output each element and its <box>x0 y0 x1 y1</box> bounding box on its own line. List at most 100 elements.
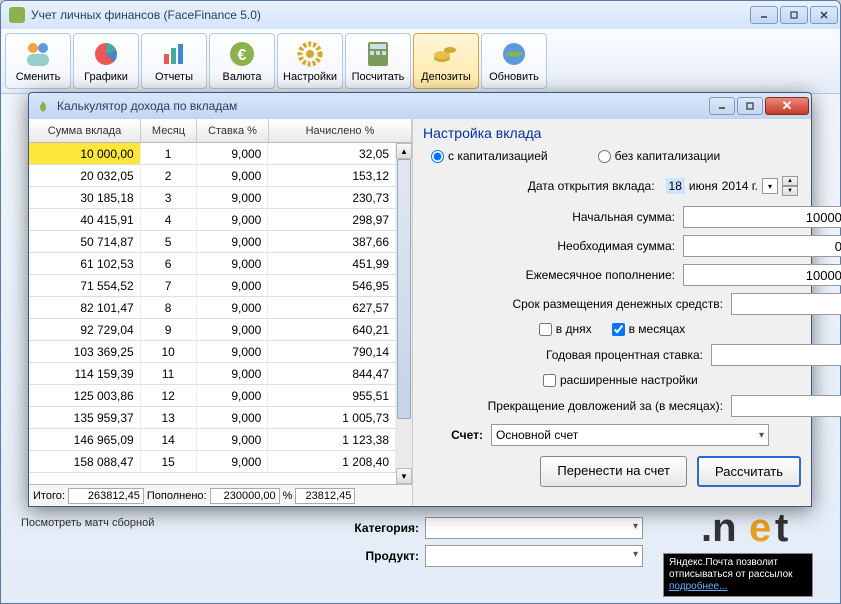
table-cell: 9,000 <box>197 165 269 186</box>
table-row[interactable]: 103 369,25109,000790,14 <box>29 341 396 363</box>
table-cell: 15 <box>141 451 197 472</box>
table-cell: 158 088,47 <box>29 451 141 472</box>
tool-calc[interactable]: Посчитать <box>345 33 411 89</box>
table-row[interactable]: 125 003,86129,000955,51 <box>29 385 396 407</box>
table-cell: 387,66 <box>268 231 396 252</box>
scroll-up-button[interactable]: ▲ <box>396 143 412 159</box>
tool-deposits[interactable]: Депозиты <box>413 33 479 89</box>
initial-input[interactable] <box>683 206 841 228</box>
table-row[interactable]: 30 185,1839,000230,73 <box>29 187 396 209</box>
scroll-down-button[interactable]: ▼ <box>396 468 412 484</box>
table-cell: 9,000 <box>197 319 269 340</box>
col-month[interactable]: Месяц <box>141 119 197 142</box>
pie-icon <box>90 40 122 68</box>
table-cell: 153,12 <box>268 165 396 186</box>
product-label: Продукт: <box>339 549 419 563</box>
table-cell: 61 102,53 <box>29 253 141 274</box>
svg-text:t: t <box>775 506 788 550</box>
table-cell: 146 965,09 <box>29 429 141 450</box>
check-advanced[interactable]: расширенные настройки <box>543 373 698 387</box>
table-row[interactable]: 71 554,5279,000546,95 <box>29 275 396 297</box>
table-row[interactable]: 10 000,0019,00032,05 <box>29 143 396 165</box>
table-cell: 14 <box>141 429 197 450</box>
product-select[interactable] <box>425 545 643 567</box>
date-dropdown-icon[interactable]: ▾ <box>762 178 778 194</box>
close-button[interactable] <box>810 6 838 24</box>
table-cell: 546,95 <box>268 275 396 296</box>
tooltip-link[interactable]: подробнее... <box>669 581 727 592</box>
minimize-button[interactable] <box>750 6 778 24</box>
table-row[interactable]: 61 102,5369,000451,99 <box>29 253 396 275</box>
term-input[interactable] <box>731 293 841 315</box>
tool-settings[interactable]: Настройки <box>277 33 343 89</box>
dialog-titlebar: Калькулятор дохода по вкладам ✕ <box>29 93 811 119</box>
calculate-button[interactable]: Расcчитать <box>697 456 801 487</box>
tool-charts[interactable]: Графики <box>73 33 139 89</box>
open-date-picker[interactable]: 18 июня 2014 г. ▾ ▲▼ <box>663 173 801 199</box>
table-row[interactable]: 114 159,39119,000844,47 <box>29 363 396 385</box>
stop-input[interactable] <box>731 395 841 417</box>
table-row[interactable]: 82 101,4789,000627,57 <box>29 297 396 319</box>
table-row[interactable]: 158 088,47159,0001 208,40 <box>29 451 396 473</box>
term-label: Срок размещения денежных средств: <box>423 297 723 311</box>
tool-reports[interactable]: Отчеты <box>141 33 207 89</box>
dialog-minimize-button[interactable] <box>709 97 735 115</box>
table-row[interactable]: 135 959,37139,0001 005,73 <box>29 407 396 429</box>
table-cell: 20 032,05 <box>29 165 141 186</box>
table-cell: 103 369,25 <box>29 341 141 362</box>
footer-refill-input[interactable] <box>210 488 280 504</box>
table-cell: 9,000 <box>197 209 269 230</box>
monthly-label: Ежемесячное пополнение: <box>423 268 675 282</box>
table-cell: 114 159,39 <box>29 363 141 384</box>
dialog-maximize-button[interactable] <box>737 97 763 115</box>
table-row[interactable]: 50 714,8759,000387,66 <box>29 231 396 253</box>
scroll-thumb[interactable] <box>397 159 411 419</box>
table-row[interactable]: 146 965,09149,0001 123,38 <box>29 429 396 451</box>
table-cell: 7 <box>141 275 197 296</box>
tool-change[interactable]: Сменить <box>5 33 71 89</box>
dialog-close-button[interactable]: ✕ <box>765 97 809 115</box>
transfer-button[interactable]: Перенести на счет <box>540 456 687 487</box>
radio-nocap[interactable]: без капитализации <box>598 149 721 163</box>
radio-cap[interactable]: с капитализацией <box>431 149 548 163</box>
footer-total-input[interactable] <box>68 488 144 504</box>
check-months[interactable]: в месяцах <box>612 322 686 336</box>
table-cell: 9,000 <box>197 297 269 318</box>
date-spin-up[interactable]: ▲ <box>782 176 798 186</box>
col-sum[interactable]: Сумма вклада <box>29 119 141 142</box>
table-row[interactable]: 20 032,0529,000153,12 <box>29 165 396 187</box>
table-header: Сумма вклада Месяц Ставка % Начислено % <box>29 119 412 143</box>
footer-refill-label: Пополнено: <box>147 490 207 502</box>
table-cell: 125 003,86 <box>29 385 141 406</box>
euro-icon: € <box>226 40 258 68</box>
table-cell: 844,47 <box>268 363 396 384</box>
required-input[interactable] <box>683 235 841 257</box>
table-cell: 9,000 <box>197 385 269 406</box>
table-cell: 13 <box>141 407 197 428</box>
check-days[interactable]: в днях <box>539 322 592 336</box>
col-rate[interactable]: Ставка % <box>197 119 269 142</box>
table-row[interactable]: 92 729,0499,000640,21 <box>29 319 396 341</box>
table-cell: 10 000,00 <box>29 143 141 164</box>
table-cell: 1 123,38 <box>268 429 396 450</box>
footer-pct-input[interactable] <box>295 488 355 504</box>
account-select[interactable]: Основной счет <box>491 424 769 446</box>
table-cell: 230,73 <box>268 187 396 208</box>
svg-text:.n: .n <box>701 506 737 550</box>
monthly-input[interactable] <box>683 264 841 286</box>
date-spin-down[interactable]: ▼ <box>782 186 798 196</box>
table-row[interactable]: 40 415,9149,000298,97 <box>29 209 396 231</box>
table-cell: 451,99 <box>268 253 396 274</box>
tool-refresh[interactable]: Обновить <box>481 33 547 89</box>
col-accrued[interactable]: Начислено % <box>269 119 412 142</box>
deposit-table: Сумма вклада Месяц Ставка % Начислено % … <box>29 119 413 506</box>
rate-input[interactable] <box>711 344 841 366</box>
scroll-track[interactable] <box>396 159 412 468</box>
table-cell: 298,97 <box>268 209 396 230</box>
deposit-settings-form: Настройка вклада с капитализацией без ка… <box>413 119 811 506</box>
coins-icon <box>430 40 462 68</box>
category-select[interactable] <box>425 517 643 539</box>
tool-currency[interactable]: €Валюта <box>209 33 275 89</box>
maximize-button[interactable] <box>780 6 808 24</box>
table-cell: 9,000 <box>197 275 269 296</box>
